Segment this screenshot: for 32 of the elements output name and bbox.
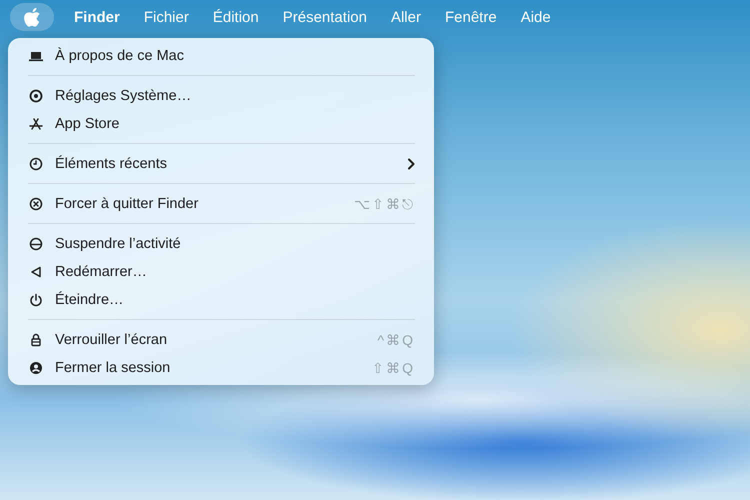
menu-item-label: Redémarrer… [55, 264, 148, 280]
menu-item-label: Réglages Système… [55, 88, 192, 104]
menu-item-label: Suspendre l’activité [55, 236, 182, 252]
apple-menu-button[interactable] [10, 3, 54, 31]
menu-item[interactable]: Réglages Système… [8, 82, 434, 110]
user-circle-icon [28, 360, 44, 376]
menu-item[interactable]: Éteindre… [8, 286, 434, 314]
menu-item-label: Fermer la session [55, 360, 172, 376]
settings-icon [28, 88, 44, 104]
clock-icon [28, 156, 44, 172]
close-circle-icon [28, 196, 44, 212]
keyboard-shortcut: ⇧⌘Q [372, 360, 415, 376]
menu-item[interactable]: Verrouiller l’écran ^⌘Q [8, 326, 434, 354]
menu-item-label: Éléments récents [55, 156, 168, 172]
menu-item-label: Éteindre… [55, 292, 125, 308]
keyboard-shortcut: ^⌘Q [378, 332, 415, 348]
keyboard-shortcut: ⌥⇧⌘⎋ [354, 196, 415, 212]
menu-item[interactable]: Suspendre l’activité [8, 230, 434, 258]
menu-item[interactable]: Fermer la session ⇧⌘Q [8, 354, 434, 382]
moon-circle-icon [28, 236, 44, 252]
menu-item[interactable]: À propos de ce Mac [8, 42, 434, 70]
app-store-icon [28, 116, 44, 132]
menu-item[interactable]: Éléments récents [8, 150, 434, 178]
menu-item-label: Verrouiller l’écran [55, 332, 168, 348]
menu-item-label: À propos de ce Mac [55, 48, 185, 64]
power-icon [28, 292, 44, 308]
menu-item[interactable]: App Store [8, 110, 434, 138]
menu-item[interactable]: Forcer à quitter Finder ⌥⇧⌘⎋ [8, 190, 434, 218]
apple-logo-icon [24, 7, 40, 27]
menu-item[interactable]: Redémarrer… [8, 258, 434, 286]
menu-item-label: Forcer à quitter Finder [55, 196, 200, 212]
menu-item-label: App Store [55, 116, 120, 132]
